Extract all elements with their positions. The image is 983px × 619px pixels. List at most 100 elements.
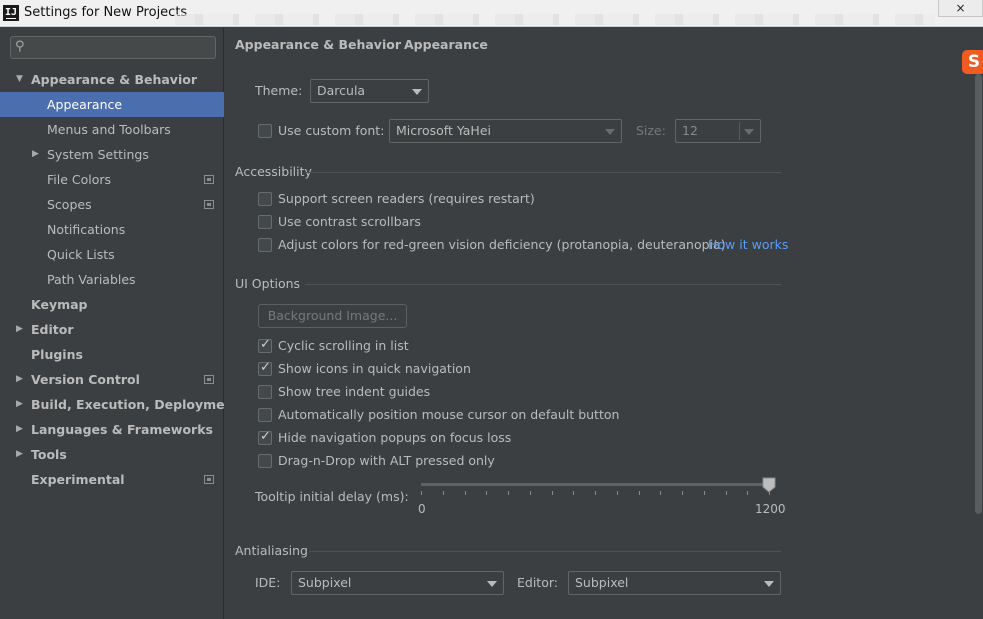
settings-sidebar: ⚲ ▼ Appearance & Behavior Appearance Menus … xyxy=(0,28,239,619)
sidebar-item[interactable]: Scopes xyxy=(0,192,224,217)
option-label[interactable]: Show icons in quick navigation xyxy=(278,361,471,376)
slider-tick xyxy=(617,491,618,495)
sidebar-item-label: Build, Execution, Deployment xyxy=(31,397,240,412)
project-scope-icon xyxy=(204,175,214,184)
option-label[interactable]: Show tree indent guides xyxy=(278,384,430,399)
option-checkbox[interactable] xyxy=(258,215,272,229)
breadcrumb-parent[interactable]: Appearance & Behavior xyxy=(235,37,401,52)
combo-divider xyxy=(739,122,740,140)
tooltip-delay-label: Tooltip initial delay (ms): xyxy=(255,489,409,504)
sidebar-item[interactable]: Menus and Toolbars xyxy=(0,117,224,142)
slider-track[interactable] xyxy=(421,483,769,486)
sidebar-item-label: Path Variables xyxy=(47,272,136,287)
expanded-arrow-icon[interactable]: ▼ xyxy=(16,67,23,92)
slider-tick xyxy=(486,491,487,495)
settings-search-input[interactable]: ⚲ xyxy=(10,36,216,59)
sidebar-item-label: Keymap xyxy=(31,297,88,312)
option-checkbox[interactable] xyxy=(258,408,272,422)
slider-tick xyxy=(573,491,574,495)
sidebar-item[interactable]: Appearance xyxy=(0,92,224,117)
custom-font-checkbox[interactable] xyxy=(258,124,272,138)
option-label[interactable]: Use contrast scrollbars xyxy=(278,214,421,229)
window-titlebar: IJ Settings for New Projects × xyxy=(0,0,983,27)
sidebar-item[interactable]: Path Variables xyxy=(0,267,224,292)
collapsed-arrow-icon[interactable]: ▶ xyxy=(16,317,23,342)
editor-antialiasing-dropdown[interactable]: Subpixel xyxy=(568,571,781,595)
project-scope-icon xyxy=(204,200,214,209)
sidebar-item[interactable]: File Colors xyxy=(0,167,224,192)
sidebar-item-label: Version Control xyxy=(31,372,140,387)
sidebar-item[interactable]: Plugins xyxy=(0,342,224,367)
project-scope-icon xyxy=(204,375,214,384)
theme-dropdown[interactable]: Darcula xyxy=(310,79,429,103)
sidebar-item[interactable]: Experimental xyxy=(0,467,224,492)
close-window-button[interactable]: × xyxy=(938,0,983,17)
ide-antialiasing-dropdown[interactable]: Subpixel xyxy=(291,571,504,595)
sidebar-item-label: Appearance & Behavior xyxy=(31,72,197,87)
collapsed-arrow-icon[interactable]: ▶ xyxy=(16,367,23,392)
sidebar-item[interactable]: ▶ Editor xyxy=(0,317,224,342)
ui-options-section-title: UI Options xyxy=(235,276,301,291)
breadcrumb-separator: › xyxy=(390,37,395,52)
slider-thumb[interactable] xyxy=(762,477,776,493)
slider-tick xyxy=(660,491,661,495)
section-divider xyxy=(305,172,781,173)
sidebar-item[interactable]: ▶ Build, Execution, Deployment xyxy=(0,392,239,417)
collapsed-arrow-icon[interactable]: ▶ xyxy=(16,392,23,417)
option-label[interactable]: Adjust colors for red-green vision defic… xyxy=(278,237,726,252)
option-checkbox[interactable] xyxy=(258,360,272,376)
collapsed-arrow-icon[interactable]: ▶ xyxy=(16,417,23,442)
font-size-combo[interactable]: 12 xyxy=(675,119,761,143)
chevron-down-icon xyxy=(744,129,754,135)
option-checkbox[interactable] xyxy=(258,337,272,353)
sidebar-item-label: Plugins xyxy=(31,347,83,362)
option-checkbox[interactable] xyxy=(258,238,272,252)
project-scope-icon xyxy=(204,475,214,484)
sidebar-item-label: Notifications xyxy=(47,222,126,237)
option-label[interactable]: Support screen readers (requires restart… xyxy=(278,191,535,206)
sidebar-item-label: Editor xyxy=(31,322,74,337)
option-label[interactable]: Automatically position mouse cursor on d… xyxy=(278,407,619,422)
sidebar-item[interactable]: ▶ System Settings xyxy=(0,142,224,167)
option-label[interactable]: Hide navigation popups on focus loss xyxy=(278,430,511,445)
option-checkbox[interactable] xyxy=(258,385,272,399)
option-label[interactable]: Cyclic scrolling in list xyxy=(278,338,409,353)
sidebar-item[interactable]: Notifications xyxy=(0,217,224,242)
slider-tick xyxy=(530,491,531,495)
slider-min-label: 0 xyxy=(418,502,426,516)
font-value: Microsoft YaHei xyxy=(396,123,491,138)
sidebar-item-label: Quick Lists xyxy=(47,247,115,262)
window-title: Settings for New Projects xyxy=(24,5,188,20)
sidebar-item[interactable]: Quick Lists xyxy=(0,242,224,267)
theme-value: Darcula xyxy=(317,83,366,98)
sidebar-item[interactable]: ▶ Tools xyxy=(0,442,224,467)
theme-label: Theme: xyxy=(255,83,303,98)
intellij-logo-icon: IJ xyxy=(3,5,19,21)
collapsed-arrow-icon[interactable]: ▶ xyxy=(16,442,23,467)
how-it-works-link[interactable]: How it works xyxy=(708,237,788,252)
custom-font-label: Use custom font: xyxy=(278,123,385,138)
option-checkbox[interactable] xyxy=(258,192,272,206)
option-label[interactable]: Drag-n-Drop with ALT pressed only xyxy=(278,453,495,468)
slider-tick xyxy=(682,491,683,495)
option-checkbox[interactable] xyxy=(258,429,272,445)
background-image-button[interactable]: Background Image... xyxy=(258,304,407,328)
font-dropdown[interactable]: Microsoft YaHei xyxy=(389,119,622,143)
content-scrollbar-thumb[interactable] xyxy=(975,74,982,514)
sidebar-item-label: Scopes xyxy=(47,197,92,212)
sidebar-item[interactable]: Keymap xyxy=(0,292,224,317)
font-size-value: 12 xyxy=(682,123,698,138)
collapsed-arrow-icon[interactable]: ▶ xyxy=(32,142,39,167)
slider-tick xyxy=(552,491,553,495)
sidebar-item[interactable]: ▶ Version Control xyxy=(0,367,224,392)
slider-tick xyxy=(421,491,422,495)
sidebar-item-label: Languages & Frameworks xyxy=(31,422,213,437)
editor-antialiasing-value: Subpixel xyxy=(575,575,629,590)
sidebar-item-label: System Settings xyxy=(47,147,149,162)
sidebar-item[interactable]: ▶ Languages & Frameworks xyxy=(0,417,224,442)
slider-tick xyxy=(747,491,748,495)
font-size-label: Size: xyxy=(636,123,666,138)
slider-tick xyxy=(704,491,705,495)
sidebar-item[interactable]: ▼ Appearance & Behavior xyxy=(0,67,224,92)
option-checkbox[interactable] xyxy=(258,454,272,468)
